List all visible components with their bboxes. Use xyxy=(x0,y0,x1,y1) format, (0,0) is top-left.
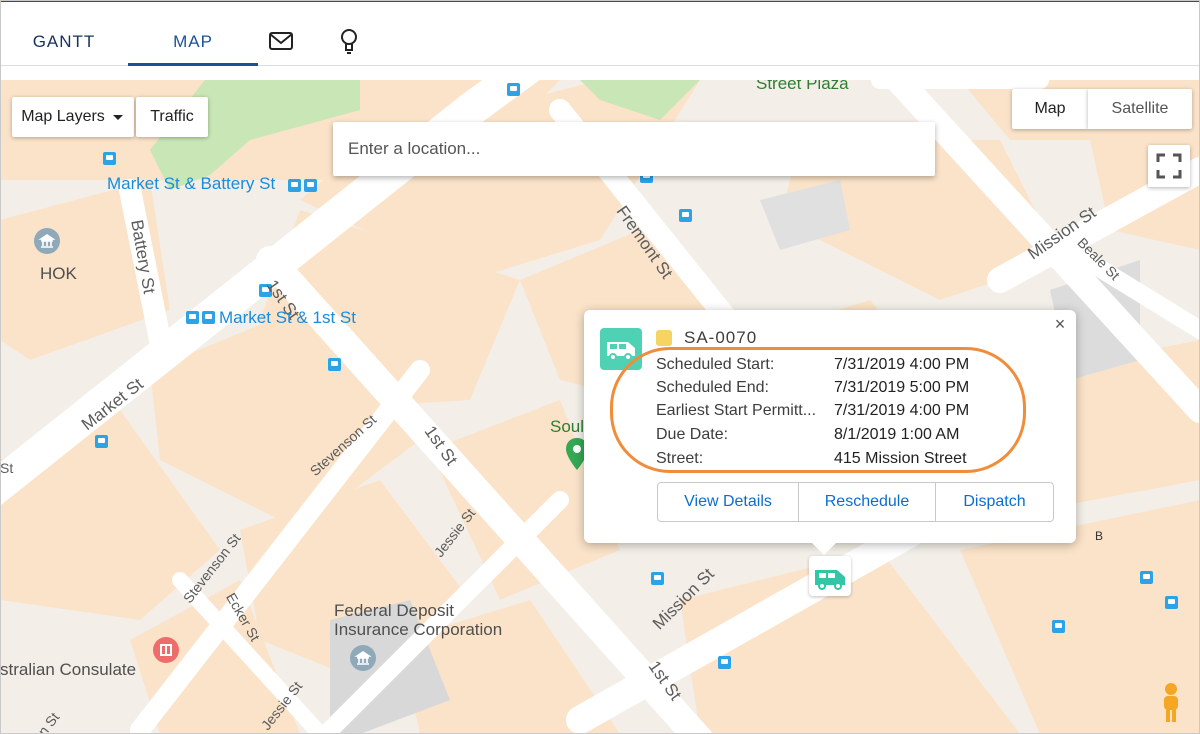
bus-stop-icon[interactable] xyxy=(103,152,116,165)
caret-down-icon xyxy=(112,115,123,120)
label-market-first-text: Market St & 1st St xyxy=(219,308,356,327)
label-fdic-line2: Insurance Corporation xyxy=(334,620,503,639)
bus-stop-icon[interactable] xyxy=(507,83,520,96)
bus-stop-icon[interactable] xyxy=(95,435,108,448)
active-tab-indicator xyxy=(128,63,258,66)
label-market-first-stop[interactable]: Market St & 1st St xyxy=(186,308,356,328)
detail-value: 7/31/2019 4:00 PM xyxy=(834,402,970,419)
detail-value: 7/31/2019 4:00 PM xyxy=(834,356,970,373)
museum-icon xyxy=(350,645,376,671)
detail-label: Earliest Start Permitt... xyxy=(656,402,817,419)
detail-value: 415 Mission Street xyxy=(834,450,967,467)
map-type-satellite-label: Satellite xyxy=(1111,100,1169,117)
tab-map-label: MAP xyxy=(173,32,213,51)
bus-stop-icon xyxy=(186,311,199,324)
bus-stop-icon[interactable] xyxy=(718,656,731,669)
view-details-button[interactable]: View Details xyxy=(658,483,799,521)
consulate-icon[interactable] xyxy=(153,637,179,663)
label-street-plaza: Street Plaza xyxy=(756,80,849,93)
tab-gantt[interactable]: GANTT xyxy=(0,2,128,65)
bus-stop-icon xyxy=(202,311,215,324)
pegman-icon xyxy=(1164,683,1178,722)
appointment-info-popup: SA-0070 × Scheduled Start: 7/31/2019 4:0… xyxy=(584,310,1076,555)
appointment-id: SA-0070 xyxy=(684,328,758,347)
bus-stop-icon xyxy=(304,179,317,192)
map-type-satellite-button[interactable]: Satellite xyxy=(1088,89,1192,129)
map-layers-dropdown[interactable]: Map Layers xyxy=(12,97,134,137)
close-icon[interactable]: × xyxy=(1048,312,1072,336)
bus-stop-icon[interactable] xyxy=(651,572,664,585)
tab-map[interactable]: MAP xyxy=(128,2,258,66)
traffic-label: Traffic xyxy=(150,108,194,125)
pegman-button[interactable] xyxy=(1153,682,1189,724)
envelope-icon[interactable] xyxy=(264,24,298,58)
detail-value: 7/31/2019 5:00 PM xyxy=(834,379,970,396)
van-icon xyxy=(607,342,635,361)
bus-stop-icon[interactable] xyxy=(328,358,341,371)
bus-stop-icon[interactable] xyxy=(1165,596,1178,609)
detail-label: Scheduled Start: xyxy=(656,356,775,373)
popup-action-buttons: View Details Reschedule Dispatch xyxy=(657,482,1054,522)
detail-label: Scheduled End: xyxy=(656,379,769,396)
label-market-battery-text: Market St & Battery St xyxy=(107,174,276,193)
lightbulb-icon[interactable] xyxy=(332,24,366,58)
fullscreen-icon xyxy=(1156,153,1182,179)
label-market-battery-stop[interactable]: Market St & Battery St xyxy=(107,174,275,194)
label-st-left: St xyxy=(0,460,14,476)
vehicle-tile xyxy=(600,328,642,370)
fullscreen-button[interactable] xyxy=(1148,145,1190,187)
status-dot xyxy=(656,330,672,346)
map-type-map-label: Map xyxy=(1034,100,1066,117)
bus-stop-icon[interactable] xyxy=(1140,571,1153,584)
view-tabs: GANTT MAP xyxy=(0,2,1200,66)
detail-value: 8/1/2019 1:00 AM xyxy=(834,426,960,443)
detail-label: Due Date: xyxy=(656,426,729,443)
bus-stop-icon xyxy=(288,179,301,192)
detail-label: Street: xyxy=(656,450,704,467)
bus-stop-icon[interactable] xyxy=(679,209,692,222)
bus-stop-icon[interactable] xyxy=(1052,620,1065,633)
label-soul: Soul xyxy=(550,417,585,436)
map-layers-label: Map Layers xyxy=(21,108,105,125)
dispatch-button[interactable]: Dispatch xyxy=(936,483,1053,521)
label-consulate: stralian Consulate xyxy=(0,660,137,679)
van-icon xyxy=(815,570,845,590)
traffic-button[interactable]: Traffic xyxy=(136,97,208,137)
map-type-map-button[interactable]: Map xyxy=(1012,89,1088,129)
museum-icon xyxy=(34,228,60,254)
label-b: B xyxy=(1095,529,1104,543)
location-search-input[interactable] xyxy=(333,122,935,176)
label-fdic-line1: Federal Deposit xyxy=(334,601,455,620)
service-appointment-marker[interactable] xyxy=(809,556,851,596)
label-hok: HOK xyxy=(40,264,77,283)
reschedule-button[interactable]: Reschedule xyxy=(799,483,936,521)
